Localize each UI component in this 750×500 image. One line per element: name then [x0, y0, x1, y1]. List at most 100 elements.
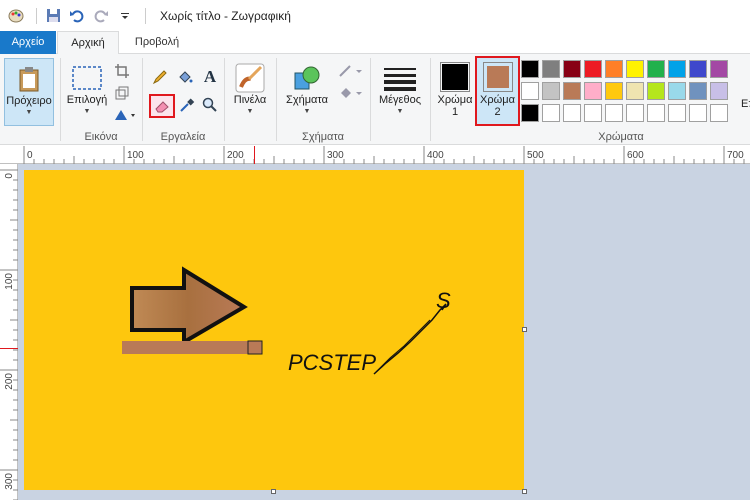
palette-swatch[interactable]: [584, 82, 602, 100]
colors-group: Χρώμα1 Χρώμα2 Επ Χρώματα: [431, 54, 750, 145]
edit-colors-label[interactable]: Επ: [741, 98, 750, 110]
color1-label: Χρώμα 1: [434, 94, 476, 118]
ruler-label: 0: [4, 173, 15, 179]
palette-swatch[interactable]: [626, 82, 644, 100]
palette-swatch[interactable]: [668, 104, 686, 122]
arrow-shape: [130, 266, 248, 346]
colors-group-label: Χρώματα: [598, 131, 644, 143]
resize-icon[interactable]: [111, 82, 133, 104]
palette-swatch[interactable]: [521, 60, 539, 78]
shapes-group: Σχήματα ▼ Σχήματα: [277, 54, 369, 145]
color1-button[interactable]: Χρώμα 1: [434, 58, 476, 128]
palette-swatch[interactable]: [605, 60, 623, 78]
outline-icon[interactable]: [337, 60, 365, 82]
window-title: Χωρίς τίτλο - Ζωγραφική: [160, 8, 291, 23]
tab-view[interactable]: Προβολή: [122, 31, 192, 54]
select-button[interactable]: Επιλογή ▼: [63, 58, 111, 115]
scribble-line-2: [375, 319, 431, 373]
palette-swatch[interactable]: [584, 60, 602, 78]
color2-label-number: 2: [494, 106, 501, 118]
color-picker-icon[interactable]: [176, 94, 198, 116]
palette-swatch[interactable]: [542, 82, 560, 100]
palette-swatch[interactable]: [647, 60, 665, 78]
resize-handle-corner[interactable]: [522, 489, 527, 494]
palette-swatch[interactable]: [710, 82, 728, 100]
color1-swatch: [440, 62, 470, 92]
horizontal-ruler-ticks: 0 100 200 300 400 500 600 700: [23, 146, 745, 164]
crop-icon[interactable]: [111, 60, 133, 82]
palette-swatch[interactable]: [710, 60, 728, 78]
palette-swatch[interactable]: [605, 104, 623, 122]
tab-home[interactable]: Αρχική: [57, 31, 119, 55]
pencil-icon[interactable]: [149, 66, 171, 88]
shapes-icon: [291, 62, 323, 94]
palette-swatch[interactable]: [584, 104, 602, 122]
palette-swatch[interactable]: [563, 60, 581, 78]
shapes-label: Σχήματα: [286, 94, 328, 106]
tab-file[interactable]: Αρχείο: [0, 31, 56, 54]
ribbon: Πρόχειρο ▼ Επιλογή ▼ Εικόνα A Εργαλεία Π…: [0, 54, 750, 145]
chevron-down-icon: ▼: [396, 108, 404, 115]
save-icon[interactable]: [43, 6, 63, 26]
palette-swatch[interactable]: [563, 104, 581, 122]
ruler-label: 100: [4, 273, 15, 290]
ruler-label: 100: [127, 150, 144, 161]
ruler-label: 700: [727, 150, 744, 161]
resize-handle-right[interactable]: [522, 327, 527, 332]
palette-swatch[interactable]: [668, 60, 686, 78]
undo-icon[interactable]: [67, 6, 87, 26]
palette-swatch[interactable]: [605, 82, 623, 100]
shapes-group-label: Σχήματα: [302, 131, 344, 143]
fill-icon[interactable]: [337, 82, 365, 104]
palette-swatch[interactable]: [647, 104, 665, 122]
redo-icon[interactable]: [91, 6, 111, 26]
clipboard-icon: [13, 63, 45, 95]
palette-swatch[interactable]: [563, 82, 581, 100]
clipboard-group: Πρόχειρο ▼: [0, 54, 58, 145]
canvas-text-s: S: [436, 288, 451, 313]
chevron-down-icon: ▼: [83, 108, 91, 115]
canvas-drawing: [122, 266, 447, 375]
brown-bar-handle: [247, 340, 263, 355]
color2-swatch: [482, 62, 513, 92]
vertical-ruler: 0 100 200 300: [0, 164, 18, 500]
shapes-button[interactable]: Σχήματα ▼: [279, 58, 335, 115]
palette-swatch[interactable]: [668, 82, 686, 100]
color2-button[interactable]: Χρώμα 2: [475, 56, 520, 126]
palette-swatch[interactable]: [689, 104, 707, 122]
palette-swatch[interactable]: [542, 104, 560, 122]
palette-swatch[interactable]: [689, 60, 707, 78]
palette-swatch[interactable]: [542, 60, 560, 78]
canvas-workspace[interactable]: 0 100 200 300 400 500 600 700 0 100 200 300: [0, 146, 750, 500]
brushes-group: Πινέλα ▼: [225, 54, 275, 145]
resize-handle-bottom[interactable]: [271, 489, 276, 494]
magnifier-icon[interactable]: [199, 94, 221, 116]
rotate-icon[interactable]: [111, 104, 139, 126]
paint-window: Χωρίς τίτλο - Ζωγραφική Αρχείο Αρχική Πρ…: [0, 0, 750, 500]
brushes-label: Πινέλα: [233, 94, 267, 106]
drawing-canvas[interactable]: PCSTEP S: [24, 170, 524, 490]
palette-swatch[interactable]: [521, 104, 539, 122]
ruler-label: 200: [227, 150, 244, 161]
palette-swatch[interactable]: [710, 104, 728, 122]
palette-swatch[interactable]: [626, 60, 644, 78]
tools-group-label: Εργαλεία: [160, 131, 206, 143]
text-tool-icon[interactable]: A: [199, 66, 221, 88]
clipboard-button[interactable]: Πρόχειρο ▼: [4, 58, 54, 126]
fill-bucket-icon[interactable]: [174, 66, 196, 88]
customize-toolbar-icon[interactable]: [115, 6, 135, 26]
quick-access-toolbar: [0, 0, 152, 31]
palette-swatch[interactable]: [689, 82, 707, 100]
eraser-icon[interactable]: [149, 94, 175, 118]
size-button[interactable]: Μέγεθος ▼: [373, 58, 427, 115]
ruler-label: 600: [627, 150, 644, 161]
paint-app-icon[interactable]: [6, 6, 26, 26]
ruler-label: 400: [427, 150, 444, 161]
palette-swatch[interactable]: [647, 82, 665, 100]
palette-swatch[interactable]: [626, 104, 644, 122]
size-label: Μέγεθος: [378, 94, 421, 106]
brushes-button[interactable]: Πινέλα ▼: [227, 58, 273, 115]
color1-label-text: Χρώμα: [437, 94, 473, 106]
palette-swatch[interactable]: [521, 82, 539, 100]
color2-label-text: Χρώμα: [480, 94, 515, 106]
